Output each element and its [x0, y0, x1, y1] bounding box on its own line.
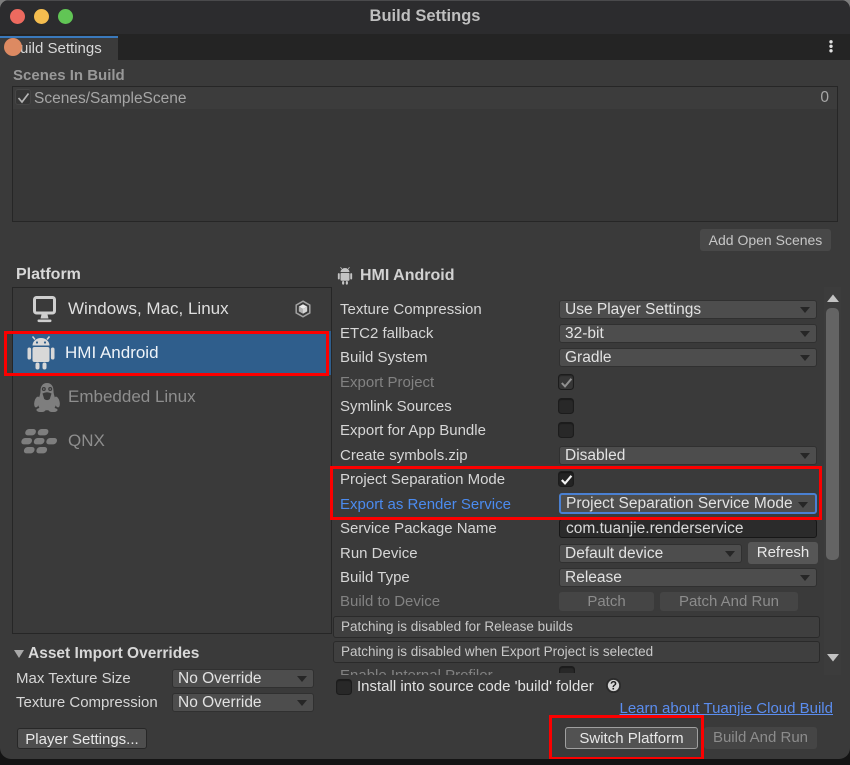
svg-text:?: ?	[610, 681, 617, 693]
